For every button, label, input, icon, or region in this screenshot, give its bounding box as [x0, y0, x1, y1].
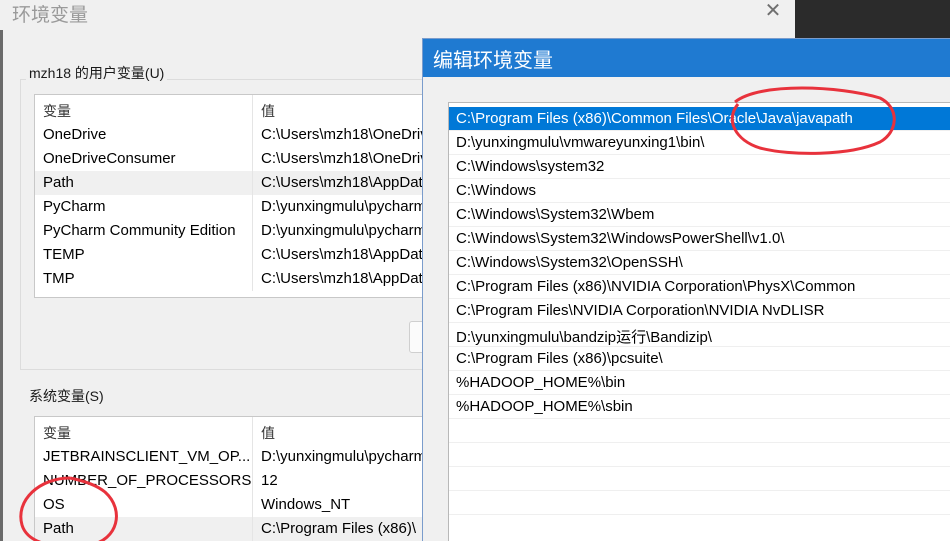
variable-value: D:\yunxingmulu\pycharm — [261, 222, 427, 239]
table-row[interactable]: OneDrive C:\Users\mzh18\OneDrive — [35, 123, 439, 147]
edit-dialog-title: 编辑环境变量 — [423, 39, 950, 77]
variable-name: TEMP — [35, 243, 253, 267]
window-edge — [0, 30, 3, 541]
variable-value: D:\yunxingmulu\pycharm — [261, 448, 427, 465]
edit-environment-variable-dialog: 编辑环境变量 C:\Program Files (x86)\Common Fil… — [422, 38, 950, 541]
column-header-name[interactable]: 变量 — [35, 417, 253, 445]
table-row[interactable]: OS Windows_NT — [35, 493, 439, 517]
variable-value: C:\Users\mzh18\AppData — [261, 246, 432, 263]
variable-value: C:\Users\mzh18\OneDrive — [261, 126, 437, 143]
empty-path-slot[interactable] — [449, 419, 950, 443]
path-entry[interactable]: C:\Windows\System32\WindowsPowerShell\v1… — [449, 227, 950, 251]
empty-path-slot[interactable] — [449, 467, 950, 491]
system-variables-label: 系统变量(S) — [26, 386, 107, 406]
list-header: 变量 值 — [35, 95, 439, 123]
variable-name: PyCharm Community Edition — [35, 219, 253, 243]
variable-name: Path — [35, 171, 253, 195]
user-variables-list[interactable]: 变量 值 OneDrive C:\Users\mzh18\OneDrive OneD… — [34, 94, 440, 298]
table-row[interactable]: NUMBER_OF_PROCESSORS 12 — [35, 469, 439, 493]
variable-name: OneDriveConsumer — [35, 147, 253, 171]
path-entry[interactable]: C:\Program Files (x86)\Common Files\Orac… — [449, 107, 950, 131]
path-entry[interactable]: C:\Windows\System32\Wbem — [449, 203, 950, 227]
desktop-background — [795, 0, 950, 40]
table-row[interactable]: PyCharm Community Edition D:\yunxingmulu\… — [35, 219, 439, 243]
close-icon[interactable]: ✕ — [762, 0, 784, 22]
dialog-title: 环境变量 — [12, 5, 89, 26]
path-entry[interactable]: C:\Program Files (x86)\pcsuite\ — [449, 347, 950, 371]
column-header-value[interactable]: 值 — [253, 95, 275, 123]
path-entry[interactable]: C:\Program Files\NVIDIA Corporation\NVID… — [449, 299, 950, 323]
variable-name: JETBRAINSCLIENT_VM_OP... — [35, 445, 253, 469]
variable-value: C:\Users\mzh18\OneDrive — [261, 150, 437, 167]
variable-name: NUMBER_OF_PROCESSORS — [35, 469, 253, 493]
table-row[interactable]: TEMP C:\Users\mzh18\AppData — [35, 243, 439, 267]
path-entry[interactable]: D:\yunxingmulu\vmwareyunxing1\bin\ — [449, 131, 950, 155]
path-entry[interactable]: C:\Windows\System32\OpenSSH\ — [449, 251, 950, 275]
table-row[interactable]: OneDriveConsumer C:\Users\mzh18\OneDrive — [35, 147, 439, 171]
table-row[interactable]: Path C:\Users\mzh18\AppData — [35, 171, 439, 195]
path-entry[interactable]: D:\yunxingmulu\bandzip运行\Bandizip\ — [449, 323, 950, 347]
table-row[interactable]: PyCharm D:\yunxingmulu\pycharm — [35, 195, 439, 219]
column-header-value[interactable]: 值 — [253, 417, 275, 445]
path-entry[interactable]: %HADOOP_HOME%\bin — [449, 371, 950, 395]
variable-value: C:\Users\mzh18\AppData — [261, 270, 432, 287]
variable-value: D:\yunxingmulu\pycharm — [261, 198, 427, 215]
user-variables-label: mzh18 的用户变量(U) — [26, 63, 168, 83]
variable-name: TMP — [35, 267, 253, 291]
table-row[interactable]: Path C:\Program Files (x86)\ — [35, 517, 439, 541]
path-entry[interactable]: %HADOOP_HOME%\sbin — [449, 395, 950, 419]
variable-name: OS — [35, 493, 253, 517]
list-header: 变量 值 — [35, 417, 439, 445]
empty-path-slot[interactable] — [449, 491, 950, 515]
path-entry[interactable]: C:\Program Files (x86)\NVIDIA Corporatio… — [449, 275, 950, 299]
variable-name: Path — [35, 517, 253, 541]
variable-value: 12 — [261, 472, 278, 489]
variable-value: Windows_NT — [261, 496, 351, 513]
variable-name: OneDrive — [35, 123, 253, 147]
column-header-name[interactable]: 变量 — [35, 95, 253, 123]
path-entry[interactable]: C:\Windows — [449, 179, 950, 203]
variable-value: C:\Program Files (x86)\ — [261, 520, 417, 537]
system-variables-list[interactable]: 变量 值 JETBRAINSCLIENT_VM_OP... D:\yunxingm… — [34, 416, 440, 541]
table-row[interactable]: JETBRAINSCLIENT_VM_OP... D:\yunxingmulu\p… — [35, 445, 439, 469]
table-row[interactable]: TMP C:\Users\mzh18\AppData — [35, 267, 439, 291]
variable-name: PyCharm — [35, 195, 253, 219]
variable-value: C:\Users\mzh18\AppData — [261, 174, 432, 191]
empty-path-slot[interactable] — [449, 443, 950, 467]
path-entries-list[interactable]: C:\Program Files (x86)\Common Files\Orac… — [448, 102, 950, 541]
path-entry[interactable]: C:\Windows\system32 — [449, 155, 950, 179]
